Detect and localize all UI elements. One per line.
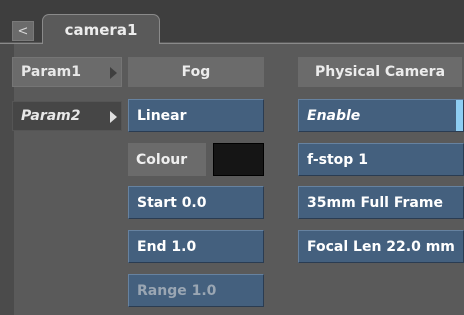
fog-end-field[interactable]: End 1.0	[128, 230, 264, 263]
focal-length-field[interactable]: Focal Len 22.0 mm	[298, 230, 464, 263]
arrow-right-icon	[110, 111, 117, 123]
format-button[interactable]: 35mm Full Frame	[298, 186, 464, 219]
param1-label: Param1	[21, 64, 82, 80]
tab-camera1[interactable]: camera1	[42, 14, 160, 44]
colour-label: Colour	[128, 143, 206, 176]
enable-toggle[interactable]: Enable	[298, 99, 464, 132]
colour-swatch[interactable]	[213, 143, 264, 176]
fog-range-field: Range 1.0	[128, 274, 264, 307]
enable-indicator	[456, 100, 463, 131]
param2-button[interactable]: Param2	[12, 101, 122, 131]
back-button[interactable]: <	[12, 21, 34, 41]
fog-header: Fog	[128, 57, 264, 87]
physical-camera-header: Physical Camera	[298, 57, 462, 87]
param2-label: Param2	[21, 108, 81, 124]
fog-mode-button[interactable]: Linear	[128, 99, 264, 132]
fstop-field[interactable]: f-stop 1	[298, 143, 464, 176]
enable-label: Enable	[307, 107, 361, 124]
param1-button[interactable]: Param1	[12, 57, 122, 87]
arrow-right-icon	[110, 67, 117, 79]
fog-start-field[interactable]: Start 0.0	[128, 186, 264, 219]
